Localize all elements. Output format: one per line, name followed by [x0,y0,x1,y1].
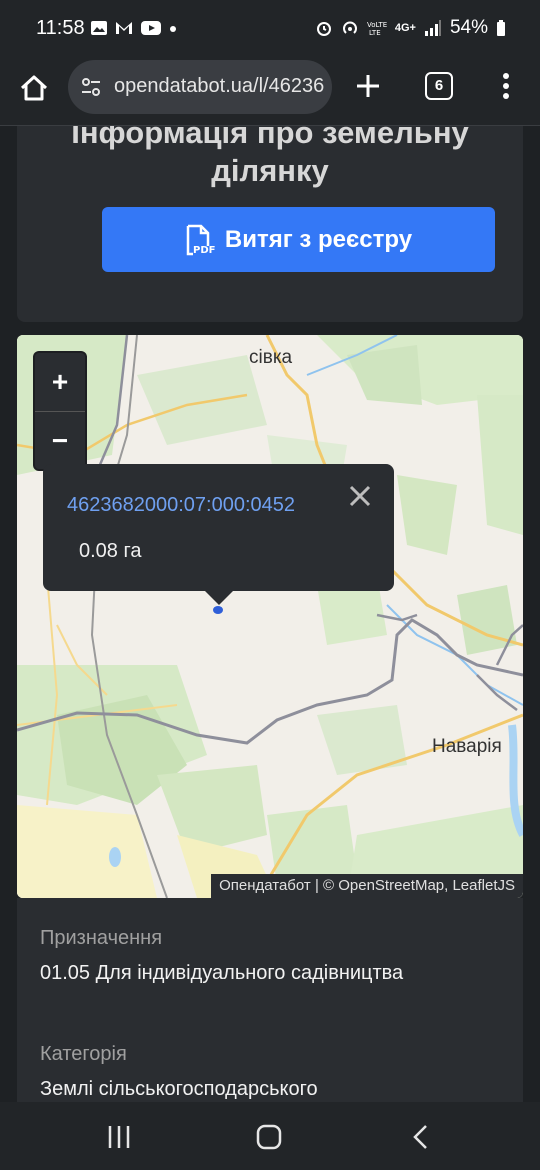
svg-text:VoLTE: VoLTE [367,21,387,29]
site-settings-icon[interactable] [80,76,102,98]
url-text: opendatabot.ua/l/46236 [114,75,325,97]
alarm-icon [316,22,331,36]
browser-toolbar: opendatabot.ua/l/46236 6 [0,58,540,126]
place-label: Наварія [432,736,502,757]
tab-switcher-button[interactable]: 6 [425,72,453,100]
home-icon[interactable] [16,70,52,106]
dot-icon [170,26,176,32]
card-title-line2: ділянку [211,153,329,188]
registry-extract-label: Витяг з реєстру [224,225,413,253]
parcel-details: Призначення 01.05 Для індивідуального са… [17,898,523,1102]
map-attribution[interactable]: Опендатабот | © OpenStreetMap, LeafletJS [211,874,523,898]
place-label: сівка [249,347,293,368]
more-menu-icon[interactable] [494,70,518,102]
pdf-file-icon: PDF [186,224,215,256]
gallery-icon [91,21,107,35]
battery-percent: 54% [449,17,488,38]
card-title: Інформація про земельну ділянку [17,126,523,190]
close-icon[interactable] [346,482,374,510]
status-bar: 11:58 VoLTE LTE 4G+ 54% [0,0,540,58]
popup-tip [205,591,233,605]
purpose-label: Призначення [40,927,163,949]
battery-icon [497,20,505,36]
category-label: Категорія [40,1043,127,1065]
system-nav-bar [0,1102,540,1170]
gmail-icon [116,22,132,34]
parcel-marker[interactable] [213,606,223,614]
parcel-id-link[interactable]: 4623682000:07:000:0452 [67,494,295,517]
category-value: Землі сільськогосподарського [40,1078,318,1100]
signal-icon [424,20,441,36]
address-bar[interactable]: opendatabot.ua/l/46236 [68,60,332,114]
svg-text:LTE: LTE [369,29,381,37]
zoom-control: + − [33,351,87,471]
network-label: 4G+ [394,22,416,34]
notification-icons [90,20,178,36]
map-tiles [17,335,523,898]
recent-apps-icon[interactable] [104,1122,134,1152]
status-time: 11:58 [36,17,85,39]
zoom-out-button[interactable]: − [35,412,85,470]
registry-extract-button[interactable]: PDF Витяг з реєстру [102,207,495,272]
card-title-line1: Інформація про земельну [71,126,469,150]
new-tab-icon[interactable] [352,70,384,102]
zoom-in-button[interactable]: + [35,353,85,411]
pdf-badge: PDF [193,245,215,256]
home-nav-icon[interactable] [254,1122,284,1152]
parcel-area: 0.08 га [79,540,142,562]
purpose-value: 01.05 Для індивідуального садівництва [40,962,404,984]
system-status: VoLTE LTE 4G+ 54% [315,17,506,39]
hotspot-icon [342,21,357,34]
parcel-info-card: Інформація про земельну ділянку PDF Витя… [17,126,523,322]
youtube-icon [141,21,161,35]
parcel-map[interactable]: сівка Наварія + − 4623682000:07:000:0452… [17,335,523,898]
volte-icon: VoLTELTE [367,21,387,37]
page-content: Інформація про земельну ділянку PDF Витя… [0,126,540,1102]
parcel-popup: 4623682000:07:000:0452 0.08 га [43,464,394,605]
back-icon[interactable] [406,1122,436,1152]
